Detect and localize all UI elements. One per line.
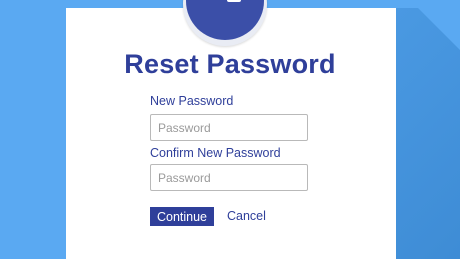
confirm-password-input[interactable]	[150, 164, 308, 191]
new-password-label: New Password	[150, 94, 234, 108]
lock-avatar-icon	[186, 0, 264, 40]
new-password-input[interactable]	[150, 114, 308, 141]
background-shadow	[396, 8, 460, 259]
cancel-link[interactable]: Cancel	[227, 207, 266, 226]
confirm-password-label: Confirm New Password	[150, 146, 281, 160]
continue-button[interactable]: Continue	[150, 207, 214, 226]
page-title: Reset Password	[124, 49, 336, 79]
